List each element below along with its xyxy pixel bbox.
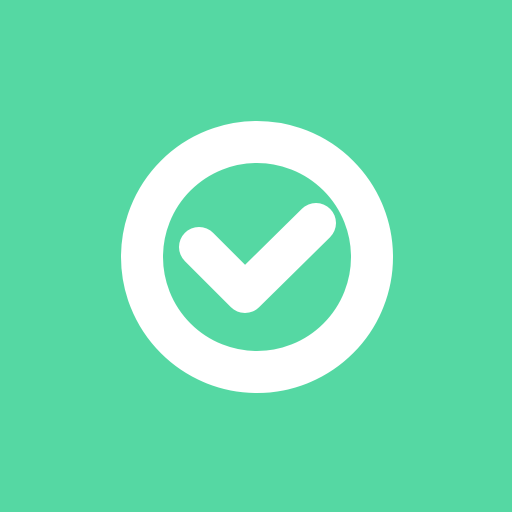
success-screen [0, 0, 512, 512]
check-circle-icon [121, 121, 393, 393]
check-mark [179, 203, 336, 313]
